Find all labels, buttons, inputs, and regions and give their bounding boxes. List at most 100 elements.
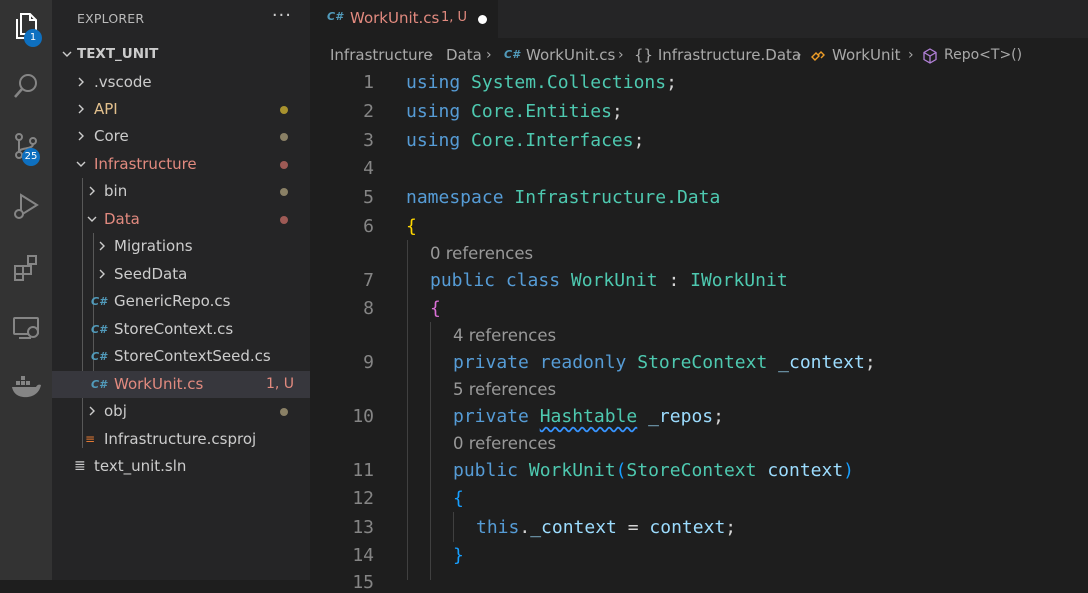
- line-number: 6: [363, 216, 374, 237]
- line-number: 8: [363, 298, 374, 319]
- tree-item-data[interactable]: Data: [52, 206, 310, 233]
- code-editor[interactable]: 1 2 3 4 5 6 7 8 9 10 11 12 13 14 15 usin…: [310, 72, 1088, 593]
- line-number: 7: [363, 270, 374, 291]
- modified-dot: [280, 408, 288, 416]
- line-number: 1: [363, 72, 374, 93]
- code-line: this._context = context;: [476, 517, 737, 538]
- remote-explorer-icon: [13, 317, 39, 339]
- chevron-right-icon: [74, 69, 88, 96]
- tree-item-storecontextseed[interactable]: C# StoreContextSeed.cs: [52, 343, 310, 370]
- line-number: 10: [352, 406, 374, 427]
- workspace-root-label: TEXT_UNIT: [77, 46, 159, 62]
- code-line: {: [406, 216, 417, 237]
- explorer-badge: 1: [24, 29, 42, 47]
- explorer-title: EXPLORER: [77, 11, 145, 26]
- chevron-right-icon: ›: [796, 47, 802, 63]
- chevron-right-icon: [95, 261, 109, 288]
- indent-guide: [430, 322, 431, 580]
- codelens-references[interactable]: 0 references: [453, 434, 556, 453]
- tree-item-core[interactable]: Core: [52, 123, 310, 150]
- tree-item-label: WorkUnit.cs: [114, 375, 204, 393]
- code-line: public class WorkUnit : IWorkUnit: [430, 270, 788, 291]
- tree-item-obj[interactable]: obj: [52, 398, 310, 425]
- code-line: using Core.Entities;: [406, 101, 623, 122]
- tree-item-label: text_unit.sln: [94, 457, 187, 475]
- tree-item-csproj[interactable]: ≡ Infrastructure.csproj: [52, 426, 310, 453]
- tree-item-vscode[interactable]: ​.vscode: [52, 69, 310, 96]
- codelens-references[interactable]: 4 references: [453, 326, 556, 345]
- csharp-file-icon: C#: [91, 295, 107, 308]
- error-dot: [280, 216, 288, 224]
- line-number: 13: [352, 517, 374, 538]
- remote-explorer-activity-button[interactable]: [0, 302, 52, 354]
- workspace-root[interactable]: TEXT_UNIT: [52, 41, 310, 68]
- solution-file-icon: ≣: [74, 458, 86, 474]
- run-debug-icon: [14, 193, 39, 219]
- tree-item-bin[interactable]: bin: [52, 178, 310, 205]
- tree-item-seeddata[interactable]: SeedData: [52, 261, 310, 288]
- tree-item-label: obj: [104, 402, 127, 420]
- editor-tab-bar: C# WorkUnit.cs 1, U: [310, 0, 1088, 38]
- code-line: {: [453, 488, 464, 509]
- tree-item-workunit[interactable]: C# WorkUnit.cs 1, U: [52, 371, 310, 398]
- modified-dot: [280, 188, 288, 196]
- line-number: 15: [352, 572, 374, 593]
- explorer-activity-button[interactable]: 1: [0, 0, 52, 52]
- chevron-right-icon: [85, 398, 99, 425]
- tree-item-infrastructure[interactable]: Infrastructure: [52, 151, 310, 178]
- code-line: namespace Infrastructure.Data: [406, 187, 721, 208]
- breadcrumb-item[interactable]: {} Infrastructure.Data: [634, 38, 801, 72]
- class-icon: [810, 38, 826, 72]
- line-number: 12: [352, 488, 374, 509]
- extensions-activity-button[interactable]: [0, 242, 52, 294]
- chevron-right-icon: ›: [486, 47, 492, 63]
- source-control-activity-button[interactable]: 25: [0, 120, 52, 172]
- error-dot: [280, 161, 288, 169]
- code-line: private Hashtable _repos;: [453, 406, 724, 427]
- chevron-right-icon: ›: [908, 47, 914, 63]
- csharp-file-icon: C#: [327, 10, 343, 23]
- tree-item-sln[interactable]: ≣ text_unit.sln: [52, 453, 310, 480]
- tree-item-label: ​.vscode: [94, 73, 152, 91]
- tree-item-api[interactable]: API: [52, 96, 310, 123]
- warning-squiggle[interactable]: Hashtable: [540, 406, 638, 427]
- run-debug-activity-button[interactable]: [0, 180, 52, 232]
- tree-item-label: bin: [104, 182, 128, 200]
- tab-workunit[interactable]: C# WorkUnit.cs 1, U: [310, 0, 498, 38]
- chevron-right-icon: [85, 178, 99, 205]
- docker-activity-button[interactable]: [0, 360, 52, 412]
- unsaved-dot-icon[interactable]: [478, 15, 487, 24]
- tree-item-label: GenericRepo.cs: [114, 292, 231, 310]
- tree-item-label: Infrastructure: [94, 155, 197, 173]
- search-activity-button[interactable]: [0, 60, 52, 112]
- breadcrumb: Infrastructure › Data › C# WorkUnit.cs ›…: [310, 38, 1088, 72]
- breadcrumb-item[interactable]: Infrastructure: [330, 38, 433, 72]
- breadcrumb-item[interactable]: WorkUnit: [832, 38, 901, 72]
- codelens-references[interactable]: 0 references: [430, 244, 533, 263]
- codelens-references[interactable]: 5 references: [453, 380, 556, 399]
- line-number: 5: [363, 187, 374, 208]
- code-line: private readonly StoreContext _context;: [453, 352, 876, 373]
- docker-icon: [12, 376, 41, 398]
- line-number: 3: [363, 130, 374, 151]
- tree-item-genericrepo[interactable]: C# GenericRepo.cs: [52, 288, 310, 315]
- line-number: 11: [352, 460, 374, 481]
- project-file-icon: ≡: [85, 432, 96, 446]
- csharp-file-icon: C#: [91, 378, 107, 391]
- more-actions-button[interactable]: ···: [272, 5, 292, 26]
- code-line: {: [430, 298, 441, 319]
- breadcrumb-item[interactable]: Repo<T>(): [944, 38, 1022, 72]
- breadcrumb-item[interactable]: Data: [446, 38, 482, 72]
- tree-item-label: Migrations: [114, 237, 193, 255]
- line-number: 14: [352, 545, 374, 566]
- tree-item-label: Core: [94, 127, 129, 145]
- tree-item-migrations[interactable]: Migrations: [52, 233, 310, 260]
- tree-item-label: StoreContextSeed.cs: [114, 347, 271, 365]
- line-number: 2: [363, 101, 374, 122]
- explorer-header: EXPLORER ···: [52, 0, 310, 38]
- tree-item-label: Infrastructure.csproj: [104, 430, 257, 448]
- breadcrumb-item[interactable]: WorkUnit.cs: [526, 38, 615, 72]
- file-status: 1, U: [266, 376, 295, 392]
- chevron-down-icon: [60, 41, 74, 68]
- tree-item-storecontext[interactable]: C# StoreContext.cs: [52, 316, 310, 343]
